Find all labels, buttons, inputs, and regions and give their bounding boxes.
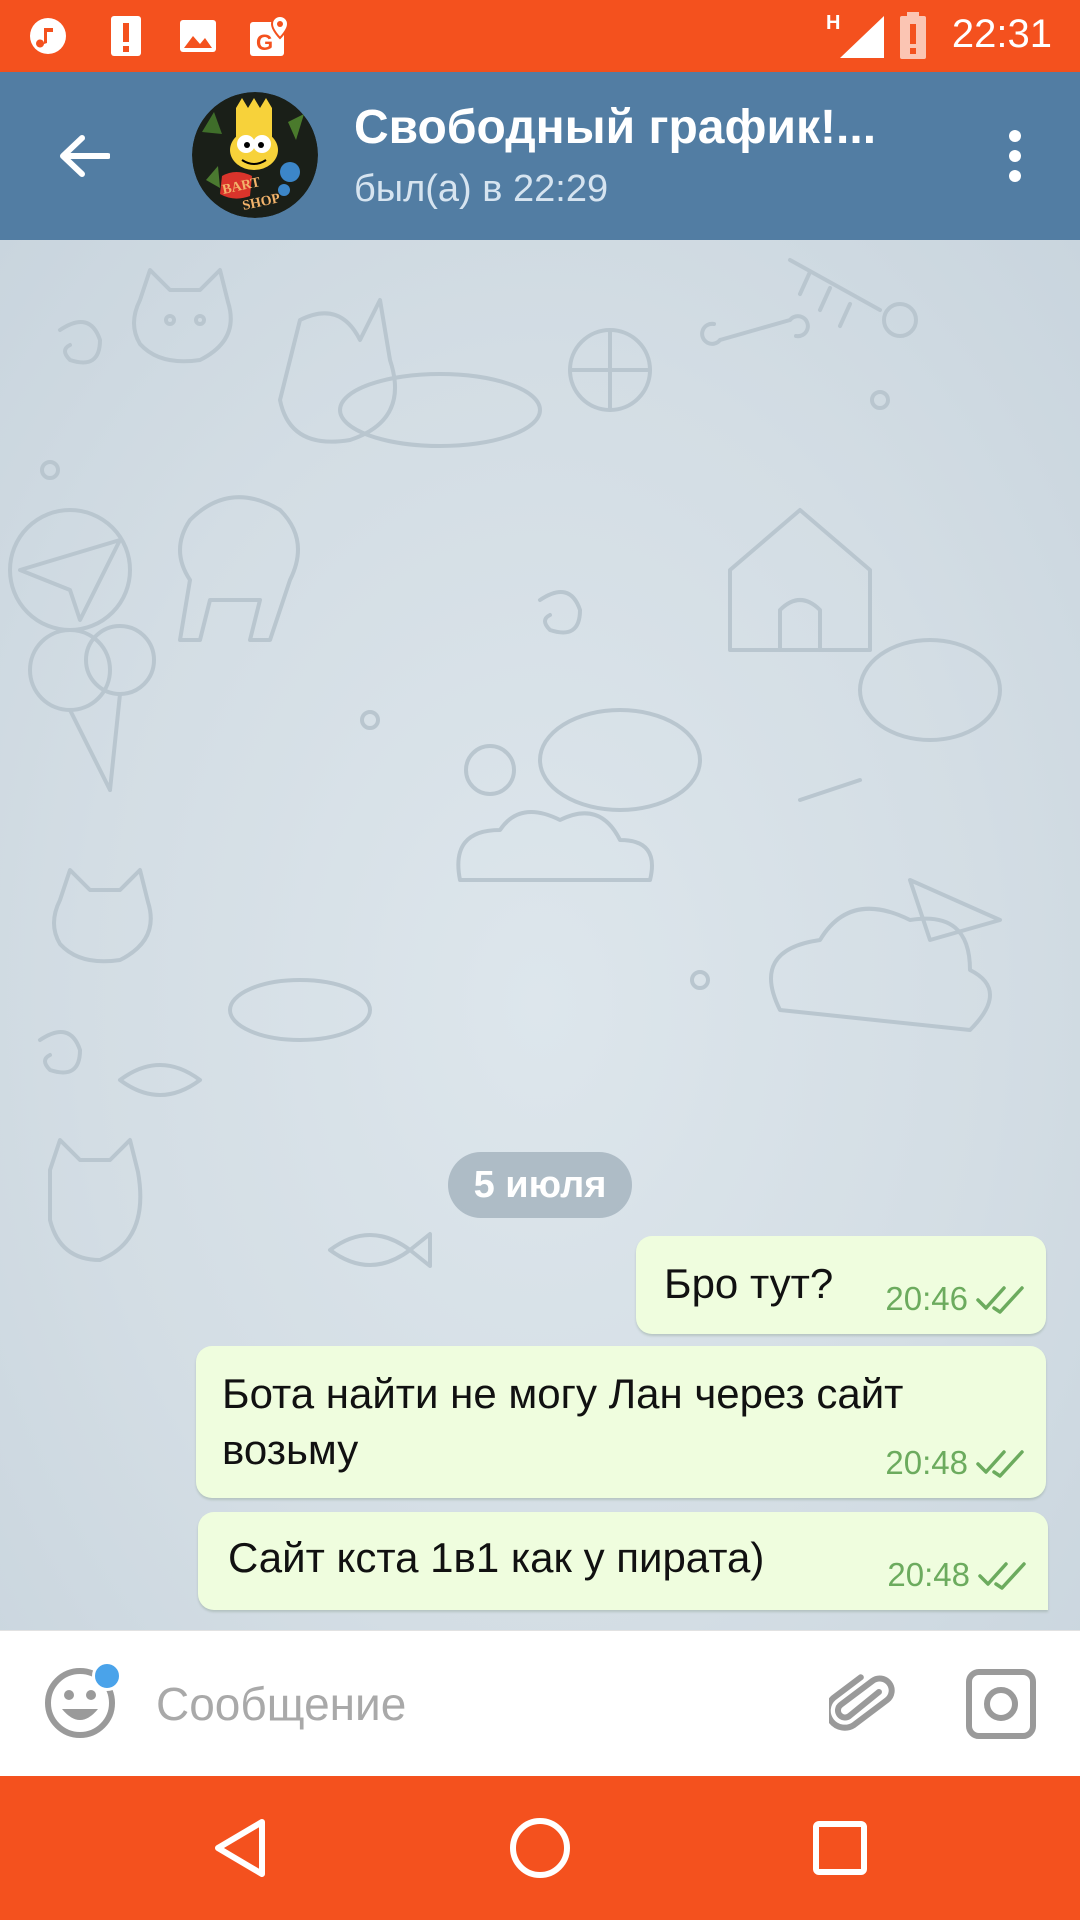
chat-area[interactable]: 5 июля Бро тут? 20:46 Бота найти не могу…	[0, 240, 1080, 1630]
double-check-icon	[976, 1286, 1024, 1314]
alert-icon	[104, 14, 148, 58]
message-meta: 20:48	[885, 1444, 1026, 1482]
message-bubble[interactable]: Бота найти не могу Лан через сайт возьму…	[196, 1346, 1046, 1498]
nav-home-button[interactable]	[490, 1798, 590, 1898]
battery-alert-icon	[898, 12, 928, 65]
message-time: 20:48	[887, 1556, 970, 1593]
nav-back-button[interactable]	[190, 1798, 290, 1898]
chat-header: BART SHOP Свободный график!... был(а) в …	[0, 72, 1080, 240]
image-icon	[176, 14, 220, 58]
double-check-icon	[978, 1562, 1026, 1590]
message-composer	[0, 1630, 1080, 1776]
home-icon	[510, 1818, 570, 1878]
clock: 22:31	[951, 12, 1052, 56]
message-bubble[interactable]: Бро тут? 20:46	[636, 1236, 1046, 1334]
music-note-icon	[26, 14, 70, 58]
message-bubble[interactable]: Сайт кста 1в1 как у пирата) 20:48	[198, 1512, 1048, 1610]
double-check-icon	[976, 1450, 1024, 1478]
message-meta: 20:46	[885, 1280, 1026, 1318]
avatar-image: BART SHOP	[192, 92, 318, 218]
date-separator: 5 июля	[448, 1152, 632, 1218]
message-time: 20:46	[885, 1280, 968, 1317]
navigation-bar	[0, 1776, 1080, 1920]
more-vert-icon	[1009, 130, 1021, 182]
paperclip-icon	[829, 1674, 895, 1731]
recents-icon	[813, 1821, 867, 1875]
attach-button[interactable]	[826, 1667, 902, 1743]
message-time: 20:48	[885, 1444, 968, 1481]
avatar[interactable]: BART SHOP	[192, 92, 318, 218]
status-bar: G H 22:31	[0, 0, 1080, 72]
more-menu-button[interactable]	[980, 116, 1050, 196]
arrow-back-icon	[60, 135, 110, 177]
chat-title[interactable]: Свободный график!...	[354, 100, 876, 155]
nav-recents-button[interactable]	[790, 1798, 890, 1898]
camera-button[interactable]	[962, 1665, 1040, 1743]
svg-text:G: G	[256, 30, 273, 55]
back-button[interactable]	[44, 116, 124, 196]
message-input[interactable]	[156, 1671, 796, 1737]
message-text: Сайт кста 1в1 как у пирата)	[228, 1534, 765, 1581]
message-text: Бро тут?	[664, 1260, 834, 1307]
chat-last-seen: был(а) в 22:29	[354, 168, 609, 210]
maps-icon: G	[248, 14, 292, 58]
back-icon	[215, 1819, 265, 1877]
message-meta: 20:48	[887, 1556, 1028, 1594]
camera-icon	[966, 1669, 1036, 1739]
new-badge-dot	[92, 1661, 122, 1691]
